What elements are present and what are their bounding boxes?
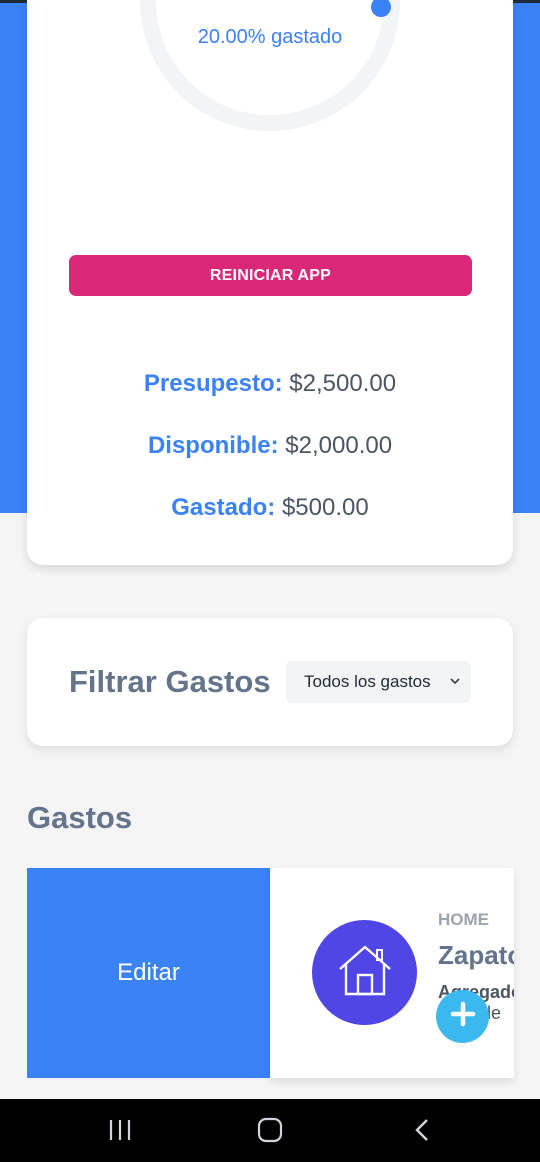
expenses-title: Gastos	[27, 800, 133, 835]
home-icon	[335, 942, 395, 1003]
system-nav-bar	[0, 1099, 540, 1162]
plus-icon	[449, 1000, 477, 1033]
edit-swipe-action[interactable]: Editar	[27, 868, 270, 1078]
filter-card: Filtrar Gastos Todos los gastos	[27, 618, 513, 746]
spent-value: $500.00	[281, 494, 369, 521]
edit-label: Editar	[117, 959, 180, 986]
filter-select[interactable]: Todos los gastos	[286, 661, 471, 703]
progress-text: 20.00% gastado	[197, 26, 343, 48]
budget-value: $2,500.00	[289, 370, 397, 397]
budget-card: 20.00% gastado REINICIAR APP Presupesto:…	[27, 0, 513, 565]
category-icon-badge	[312, 920, 417, 1025]
recent-apps-icon[interactable]	[108, 1117, 132, 1148]
home-nav-icon[interactable]	[257, 1117, 283, 1148]
spent-label: Gastado:	[171, 494, 276, 521]
available-value: $2,000.00	[285, 432, 393, 459]
reset-app-button[interactable]: REINICIAR APP	[69, 255, 472, 296]
budget-progress-ring	[139, 0, 401, 132]
budget-stat: Presupesto: $2,500.00	[27, 370, 513, 398]
chevron-down-icon	[448, 673, 462, 693]
spent-stat: Gastado: $500.00	[27, 494, 513, 522]
expense-category: HOME	[438, 910, 489, 929]
filter-title: Filtrar Gastos	[69, 664, 271, 699]
back-icon[interactable]	[411, 1117, 433, 1148]
expense-item[interactable]: HOME Zapatos Agregado o de	[270, 868, 514, 1078]
filter-selected-value: Todos los gastos	[304, 672, 431, 691]
budget-label: Presupesto:	[143, 370, 283, 397]
add-expense-button[interactable]	[436, 990, 489, 1043]
expense-name: Zapatos	[438, 940, 514, 970]
available-label: Disponible:	[147, 432, 279, 459]
available-stat: Disponible: $2,000.00	[27, 432, 513, 460]
